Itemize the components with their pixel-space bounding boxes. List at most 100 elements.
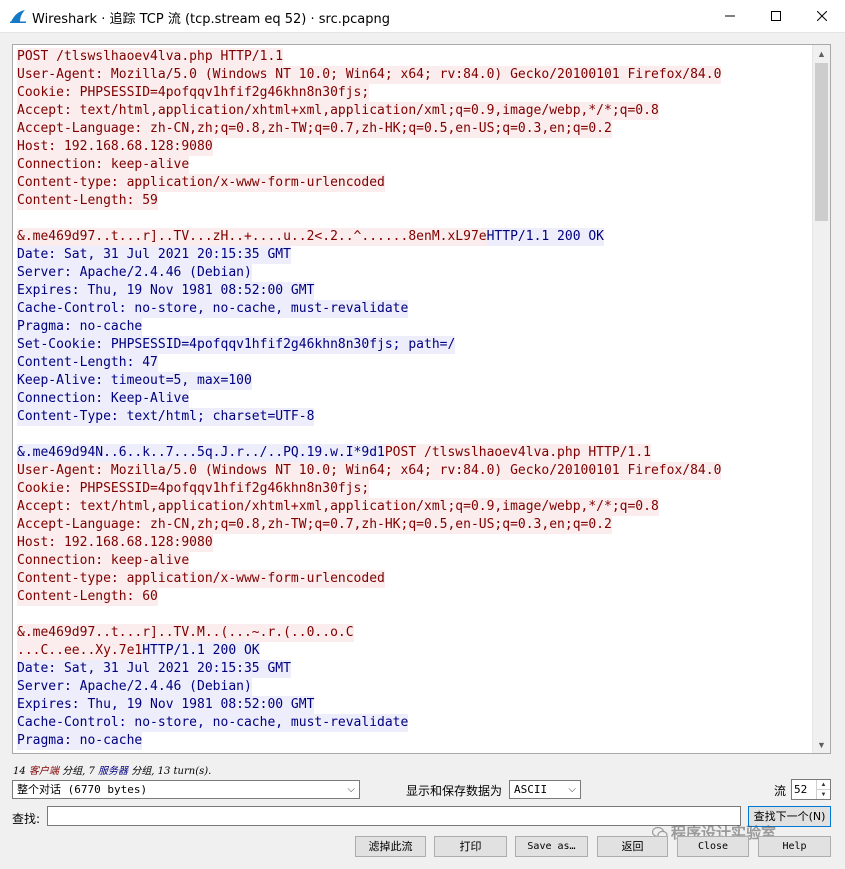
stream-content: POST /tlswslhaoev4lva.php HTTP/1.1 User-A… (17, 48, 812, 750)
stream-line: Content-type: application/x-www-form-url… (17, 174, 812, 192)
stream-line: Cache-Control: no-store, no-cache, must-… (17, 714, 812, 732)
server-data-segment: Keep-Alive: timeout=5, max=100 (17, 372, 252, 390)
server-data-segment: Set-Cookie: PHPSESSID=4pofqqv1hfif2g46kh… (17, 336, 456, 354)
client-data-segment: Host: 192.168.68.128:9080 (17, 534, 213, 552)
show-save-as-label: 显示和保存数据为 (406, 784, 503, 798)
stream-line: &.me469d94N..6..k..7...5q.J.r../..PQ.19.… (17, 444, 812, 462)
stream-line: User-Agent: Mozilla/5.0 (Windows NT 10.0… (17, 66, 812, 84)
stream-stats: 14 客户端 分组, 7 服务器 分组, 13 turn(s). (13, 762, 211, 777)
server-data-segment: Pragma: no-cache (17, 732, 143, 750)
title-bar: Wireshark · 追踪 TCP 流 (tcp.stream eq 52) … (0, 0, 845, 33)
stream-line: Host: 192.168.68.128:9080 (17, 138, 812, 156)
stream-line: User-Agent: Mozilla/5.0 (Windows NT 10.0… (17, 462, 812, 480)
stream-line: Expires: Thu, 19 Nov 1981 08:52:00 GMT (17, 696, 812, 714)
server-data-segment: Content-Type: text/html; charset=UTF-8 (17, 408, 315, 426)
client-data-segment: Content-type: application/x-www-form-url… (17, 174, 385, 192)
spin-up-icon[interactable]: ▲ (816, 780, 830, 790)
client-data-segment: Cookie: PHPSESSID=4pofqqv1hfif2g46khn8n3… (17, 84, 370, 102)
stream-line: Cache-Control: no-store, no-cache, must-… (17, 300, 812, 318)
conversation-select[interactable]: 整个对话 (6770 bytes) ⌵ (12, 780, 360, 799)
stream-line: Cookie: PHPSESSID=4pofqqv1hfif2g46khn8n3… (17, 84, 812, 102)
spin-down-icon[interactable]: ▼ (816, 790, 830, 799)
window-title: Wireshark · 追踪 TCP 流 (tcp.stream eq 52) … (32, 12, 390, 27)
vertical-scrollbar[interactable]: ▲ ▼ (812, 45, 830, 753)
stream-number-label: 流 (774, 784, 787, 798)
stream-line: Accept-Language: zh-CN,zh;q=0.8,zh-TW;q=… (17, 120, 812, 138)
client-data-segment: Content-Length: 60 (17, 588, 158, 606)
server-data-segment: HTTP/1.1 200 OK (486, 228, 605, 246)
client-label: 客户端 (28, 766, 59, 777)
server-data-segment: Connection: Keep-Alive (17, 390, 190, 408)
server-data-segment: Content-Length: 47 (17, 354, 158, 372)
conversation-select-value: 整个对话 (6770 bytes) (17, 783, 148, 796)
scroll-down-icon[interactable]: ▼ (813, 736, 830, 753)
find-label: 查找: (12, 812, 41, 826)
server-data-segment: Date: Sat, 31 Jul 2021 20:15:35 GMT (17, 246, 291, 264)
stream-line: Server: Apache/2.4.46 (Debian) (17, 678, 812, 696)
stream-line: Content-type: application/x-www-form-url… (17, 570, 812, 588)
format-select-value: ASCII (514, 783, 548, 796)
stream-number-input[interactable] (794, 782, 816, 797)
stream-line: Content-Length: 59 (17, 192, 812, 210)
maximize-button[interactable] (753, 0, 799, 32)
server-data-segment: Server: Apache/2.4.46 (Debian) (17, 264, 252, 282)
client-data-segment: Content-type: application/x-www-form-url… (17, 570, 385, 588)
server-data-segment: Cache-Control: no-store, no-cache, must-… (17, 300, 409, 318)
turns-count: 13 turn(s). (157, 766, 212, 777)
server-data-segment: Pragma: no-cache (17, 318, 143, 336)
scrollbar-thumb[interactable] (815, 63, 828, 221)
client-data-segment: &.me469d97..t...r]..TV.M..(...~.r.(..0..… (17, 624, 354, 642)
stream-line: Connection: keep-alive (17, 552, 812, 570)
stream-line: Accept-Language: zh-CN,zh;q=0.8,zh-TW;q=… (17, 516, 812, 534)
client-data-segment: Accept-Language: zh-CN,zh;q=0.8,zh-TW;q=… (17, 120, 612, 138)
find-input[interactable] (47, 806, 741, 826)
server-label: 服务器 (98, 766, 129, 777)
format-select[interactable]: ASCII ⌵ (509, 780, 581, 799)
scroll-up-icon[interactable]: ▲ (813, 45, 830, 62)
stream-line: Content-Length: 47 (17, 354, 812, 372)
stream-line: ...C..ee..Xy.7e1HTTP/1.1 200 OK (17, 642, 812, 660)
client-data-segment: Connection: keep-alive (17, 552, 190, 570)
server-data-segment: Date: Sat, 31 Jul 2021 20:15:35 GMT (17, 660, 291, 678)
stream-line: Host: 192.168.68.128:9080 (17, 534, 812, 552)
filter-out-stream-button[interactable]: 滤掉此流 (355, 836, 426, 857)
close-button[interactable]: Close (677, 836, 749, 857)
minimize-button[interactable] (707, 0, 753, 32)
stream-line: Content-Length: 60 (17, 588, 812, 606)
stream-line: &.me469d97..t...r]..TV...zH..+....u..2<.… (17, 228, 812, 246)
stream-line: Date: Sat, 31 Jul 2021 20:15:35 GMT (17, 660, 812, 678)
server-data-segment: Expires: Thu, 19 Nov 1981 08:52:00 GMT (17, 696, 315, 714)
stream-line: Set-Cookie: PHPSESSID=4pofqqv1hfif2g46kh… (17, 336, 812, 354)
close-window-button[interactable] (799, 0, 845, 32)
stream-line: Content-Type: text/html; charset=UTF-8 (17, 408, 812, 426)
client-data-segment: POST /tlswslhaoev4lva.php HTTP/1.1 (384, 444, 651, 462)
client-data-segment: Content-Length: 59 (17, 192, 158, 210)
stream-line: Accept: text/html,application/xhtml+xml,… (17, 102, 812, 120)
stream-text-view[interactable]: POST /tlswslhaoev4lva.php HTTP/1.1 User-A… (12, 44, 831, 754)
save-as-button[interactable]: Save as… (515, 836, 588, 857)
stream-line: Server: Apache/2.4.46 (Debian) (17, 264, 812, 282)
client-data-segment: ...C..ee..Xy.7e1 (17, 642, 143, 660)
stream-line (17, 426, 812, 444)
stream-line: POST /tlswslhaoev4lva.php HTTP/1.1 (17, 48, 812, 66)
stream-line: Expires: Thu, 19 Nov 1981 08:52:00 GMT (17, 282, 812, 300)
help-button[interactable]: Help (758, 836, 831, 857)
client-data-segment: User-Agent: Mozilla/5.0 (Windows NT 10.0… (17, 66, 722, 84)
stream-line: Date: Sat, 31 Jul 2021 20:15:35 GMT (17, 246, 812, 264)
server-count: 7 (88, 766, 95, 777)
stream-number-spinbox[interactable]: ▲ ▼ (791, 779, 831, 800)
client-data-segment: Accept-Language: zh-CN,zh;q=0.8,zh-TW;q=… (17, 516, 612, 534)
client-segments-label: 分组, (62, 766, 86, 777)
stream-line (17, 210, 812, 228)
client-data-segment: &.me469d97..t...r]..TV...zH..+....u..2<.… (17, 228, 487, 246)
stream-line: &.me469d97..t...r]..TV.M..(...~.r.(..0..… (17, 624, 812, 642)
server-data-segment: Cache-Control: no-store, no-cache, must-… (17, 714, 409, 732)
stream-line: Connection: Keep-Alive (17, 390, 812, 408)
stream-line: Pragma: no-cache (17, 732, 812, 750)
print-button[interactable]: 打印 (434, 836, 507, 857)
back-button[interactable]: 返回 (597, 836, 668, 857)
stream-line: Keep-Alive: timeout=5, max=100 (17, 372, 812, 390)
stream-line: Accept: text/html,application/xhtml+xml,… (17, 498, 812, 516)
client-data-segment: Cookie: PHPSESSID=4pofqqv1hfif2g46khn8n3… (17, 480, 370, 498)
wireshark-fin-icon (10, 10, 26, 23)
